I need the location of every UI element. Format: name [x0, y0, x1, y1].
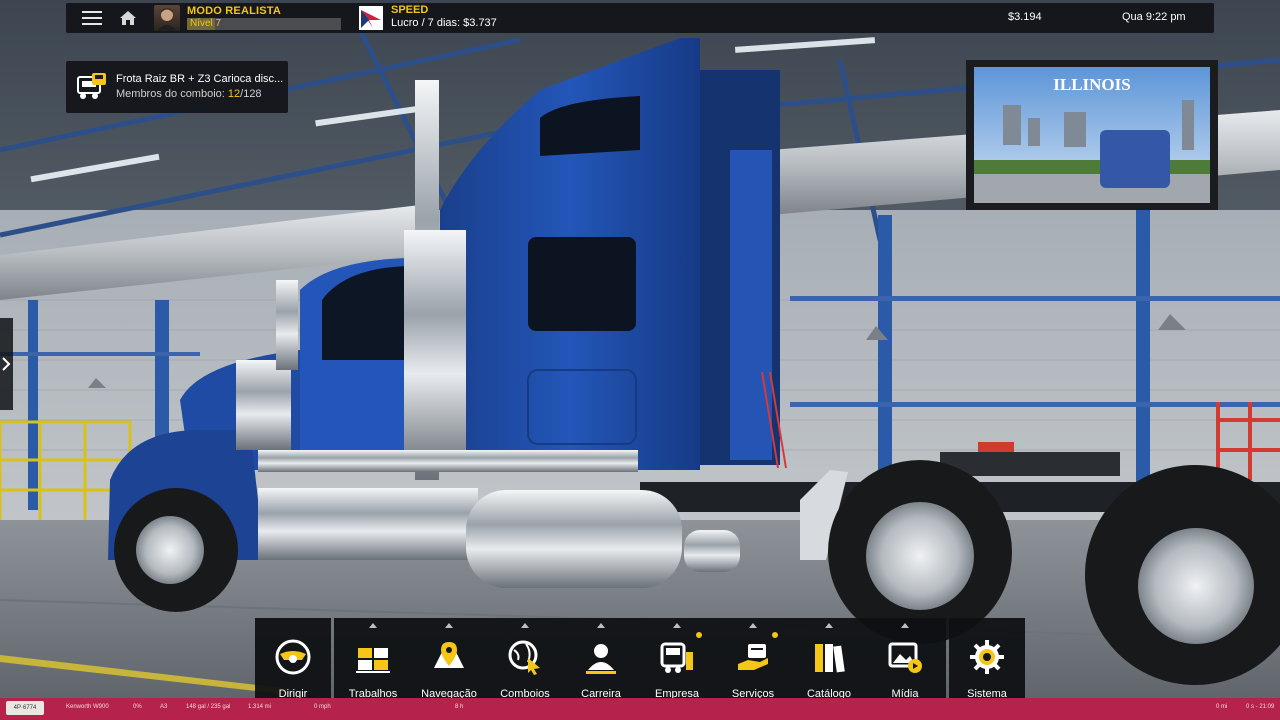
route-distance: 0 mi: [1216, 704, 1228, 710]
game-clock: Qua 9:22 pm: [1122, 11, 1186, 23]
menu-hamburger-icon[interactable]: [82, 11, 102, 25]
menu-item-trabalhos[interactable]: Trabalhos: [334, 618, 412, 700]
game-mode-title: MODO REALISTA: [187, 5, 282, 17]
company-profit: Lucro / 7 dias: $3.737: [391, 17, 497, 29]
caret-up-icon: [445, 623, 453, 628]
company-name: SPEED: [391, 4, 429, 16]
notification-dot: [696, 632, 702, 638]
caret-up-icon: [749, 623, 757, 628]
convoy-panel[interactable]: Frota Raiz BR + Z3 Carioca disc... Membr…: [66, 61, 288, 113]
system-menu-group: Sistema: [949, 618, 1025, 700]
truck-damage: 0%: [133, 704, 142, 710]
avatar[interactable]: [154, 5, 180, 31]
home-icon[interactable]: [119, 10, 137, 26]
caret-up-icon: [369, 623, 377, 628]
menu-item-servicos[interactable]: Serviços: [714, 618, 792, 700]
caret-up-icon: [673, 623, 681, 628]
truck-model: Kenworth W900: [66, 704, 109, 710]
convoy-members-total: /128: [240, 88, 262, 100]
current-speed: 0 mph: [314, 704, 331, 710]
steering-wheel-icon: [275, 639, 311, 675]
convoy-title: Frota Raiz BR + Z3 Carioca disc...: [116, 73, 284, 85]
globe-cursor-icon: [508, 640, 540, 675]
rest-timer: 8 h: [455, 704, 464, 710]
convoy-members-count: 12: [227, 88, 241, 100]
billboard-title: ILLINOIS: [1053, 75, 1130, 94]
media-gallery-icon: [888, 642, 922, 673]
license-plate: 4P·6774: [6, 701, 44, 715]
notification-dot: [772, 632, 778, 638]
menu-item-navegacao[interactable]: Navegação: [410, 618, 488, 700]
drive-menu-group: Dirigir: [255, 618, 331, 700]
main-menu-group: Trabalhos Navegação Comboios Carreira Em…: [334, 618, 946, 700]
odometer: 1.314 mi: [248, 704, 272, 710]
cargo-boxes-icon: [356, 648, 390, 673]
convoy-members: Membros do comboio: 12/128: [116, 88, 262, 100]
status-bar: 4P·6774 Kenworth W900 0% A3 148 gal / 23…: [0, 698, 1280, 720]
system-button[interactable]: Sistema: [949, 618, 1025, 700]
caret-up-icon: [825, 623, 833, 628]
top-bar: MODO REALISTA Nível 7 SPEED Lucro / 7 di…: [66, 3, 1214, 33]
route-eta: 0 s - 21:09: [1246, 704, 1275, 710]
gear-icon: [970, 640, 1004, 674]
level-label: Nível 7: [190, 18, 222, 29]
driver-portrait-icon: [157, 8, 177, 31]
side-panel-toggle[interactable]: [0, 318, 13, 410]
map-pin-icon: [434, 642, 464, 668]
cargo-class: A3: [160, 704, 168, 710]
company-logo-icon[interactable]: [359, 6, 383, 30]
caret-up-icon: [521, 623, 529, 628]
convoy-members-label: Membros do comboio:: [116, 88, 228, 100]
menu-item-midia[interactable]: Mídia: [866, 618, 944, 700]
fuel-level: 148 gal / 235 gal: [186, 704, 231, 710]
convoy-trucks-icon: [77, 73, 106, 99]
catalog-books-icon: [815, 644, 845, 673]
menu-item-carreira[interactable]: Carreira: [562, 618, 640, 700]
level-progress-bar[interactable]: Nível 7: [187, 18, 341, 30]
menu-item-empresa[interactable]: Empresa: [638, 618, 716, 700]
chevron-right-icon: [2, 357, 11, 371]
caret-up-icon: [597, 623, 605, 628]
menu-item-comboios[interactable]: Comboios: [486, 618, 564, 700]
driver-profile-icon: [586, 644, 616, 674]
money-balance: $3.194: [1008, 11, 1042, 23]
service-hand-icon: [738, 644, 768, 670]
menu-item-catalogo[interactable]: Catálogo: [790, 618, 868, 700]
drive-button[interactable]: Dirigir: [255, 618, 331, 700]
company-truck-icon: [660, 642, 693, 673]
caret-up-icon: [901, 623, 909, 628]
